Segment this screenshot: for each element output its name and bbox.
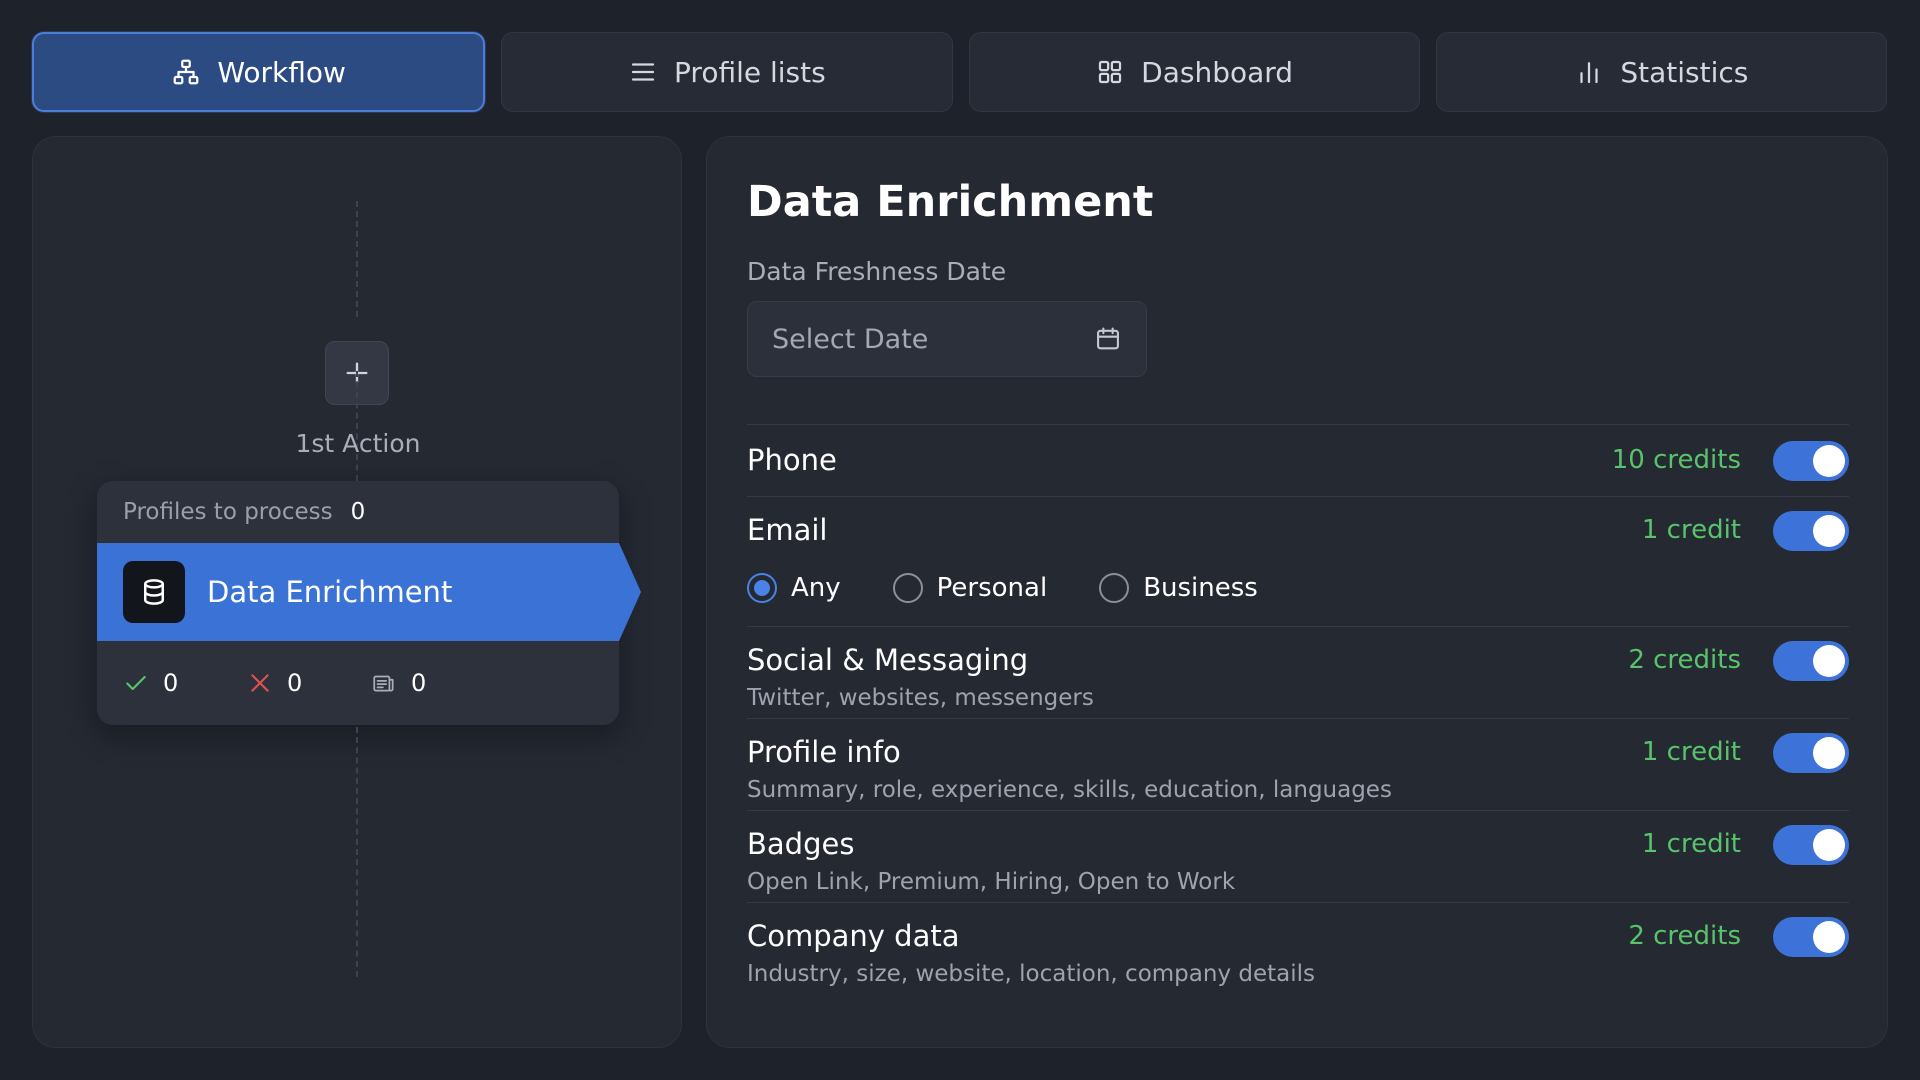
connector-line bbox=[356, 371, 358, 481]
main-tabs: Workflow Profile lists Dashboard Statist… bbox=[32, 32, 1887, 112]
date-placeholder: Select Date bbox=[772, 323, 929, 355]
radio-label: Any bbox=[791, 573, 841, 603]
enrichment-settings: Data Enrichment Data Freshness Date Sele… bbox=[706, 136, 1888, 1048]
calendar-icon bbox=[1097, 327, 1119, 350]
company-data-toggle[interactable] bbox=[1773, 917, 1849, 957]
radio-label: Business bbox=[1143, 573, 1258, 603]
connector-line bbox=[356, 201, 358, 317]
radio-business[interactable]: Business bbox=[1099, 573, 1258, 603]
option-name: Profile info bbox=[747, 735, 901, 769]
success-stat: 0 bbox=[123, 669, 247, 697]
check-icon bbox=[126, 675, 146, 691]
option-description: Twitter, websites, messengers bbox=[747, 685, 1094, 711]
toggle-knob bbox=[1813, 921, 1845, 953]
badges-toggle[interactable] bbox=[1773, 825, 1849, 865]
tab-profile-lists[interactable]: Profile lists bbox=[501, 32, 953, 112]
tab-workflow[interactable]: Workflow bbox=[32, 32, 486, 112]
success-count: 0 bbox=[163, 669, 179, 697]
node-header[interactable]: Data Enrichment bbox=[97, 543, 641, 641]
option-description: Summary, role, experience, skills, educa… bbox=[747, 777, 1392, 803]
option-credits: 10 credits bbox=[1611, 445, 1741, 475]
option-name: Phone bbox=[747, 443, 837, 477]
option-description: Open Link, Premium, Hiring, Open to Work bbox=[747, 869, 1236, 895]
pending-count: 0 bbox=[411, 669, 427, 697]
option-name: Social & Messaging bbox=[747, 643, 1029, 677]
profiles-to-process: Profiles to process 0 bbox=[97, 481, 619, 543]
grid-icon bbox=[1099, 60, 1122, 84]
option-profile-info: Profile info Summary, role, experience, … bbox=[747, 718, 1849, 810]
option-name: Company data bbox=[747, 919, 960, 953]
toggle-knob bbox=[1813, 515, 1845, 547]
workflow-node[interactable]: Profiles to process 0 Data Enrichment 0 … bbox=[97, 481, 641, 725]
option-name: Badges bbox=[747, 827, 855, 861]
tab-dashboard[interactable]: Dashboard bbox=[968, 32, 1420, 112]
profile-info-toggle[interactable] bbox=[1773, 733, 1849, 773]
pending-stat: 0 bbox=[371, 669, 495, 697]
email-toggle[interactable] bbox=[1773, 511, 1849, 551]
option-credits: 1 credit bbox=[1641, 515, 1741, 545]
node-icon-box bbox=[123, 561, 185, 623]
document-icon bbox=[373, 675, 394, 692]
workflow-canvas: 1st Action Profiles to process 0 Data En… bbox=[32, 136, 682, 1048]
first-action-label: 1st Action bbox=[295, 429, 421, 458]
bar-chart-icon bbox=[1580, 62, 1598, 84]
toggle-knob bbox=[1813, 645, 1845, 677]
option-name: Email bbox=[747, 513, 828, 547]
option-phone: Phone 10 credits bbox=[747, 424, 1849, 496]
radio-personal[interactable]: Personal bbox=[892, 573, 1048, 603]
enrichment-options: Phone 10 credits Email 1 credit Any Pers… bbox=[747, 424, 1849, 994]
option-credits: 2 credits bbox=[1628, 921, 1741, 951]
option-company-data: Company data Industry, size, website, lo… bbox=[747, 902, 1849, 994]
email-type-radios: Any Personal Business bbox=[747, 573, 1310, 603]
radio-circle bbox=[747, 573, 777, 603]
radio-label: Personal bbox=[936, 573, 1048, 603]
option-badges: Badges Open Link, Premium, Hiring, Open … bbox=[747, 810, 1849, 902]
tab-statistics[interactable]: Statistics bbox=[1435, 32, 1887, 112]
tab-label: Statistics bbox=[1620, 55, 1749, 89]
radio-circle bbox=[892, 573, 923, 603]
option-credits: 2 credits bbox=[1628, 645, 1741, 675]
list-icon bbox=[631, 63, 655, 81]
database-icon bbox=[144, 579, 164, 605]
radio-circle bbox=[1099, 573, 1130, 603]
toggle-knob bbox=[1813, 829, 1845, 861]
radio-any[interactable]: Any bbox=[747, 573, 841, 603]
tab-label: Profile lists bbox=[674, 55, 826, 89]
option-email: Email 1 credit Any Personal Business bbox=[747, 496, 1849, 626]
social-toggle[interactable] bbox=[1773, 641, 1849, 681]
profiles-count: 0 bbox=[350, 499, 366, 525]
tab-label: Dashboard bbox=[1141, 55, 1294, 89]
node-stats: 0 0 0 bbox=[97, 641, 619, 725]
failed-count: 0 bbox=[287, 669, 303, 697]
toggle-knob bbox=[1813, 445, 1845, 477]
tab-label: Workflow bbox=[217, 55, 346, 89]
freshness-label: Data Freshness Date bbox=[747, 257, 1007, 286]
option-credits: 1 credit bbox=[1641, 737, 1741, 767]
node-title: Data Enrichment bbox=[207, 575, 453, 609]
option-credits: 1 credit bbox=[1641, 829, 1741, 859]
close-icon bbox=[251, 674, 269, 692]
option-social: Social & Messaging Twitter, websites, me… bbox=[747, 626, 1849, 718]
failed-stat: 0 bbox=[247, 669, 371, 697]
toggle-knob bbox=[1813, 737, 1845, 769]
profiles-label: Profiles to process bbox=[123, 499, 333, 525]
connector-line bbox=[356, 727, 358, 977]
workflow-icon bbox=[173, 59, 199, 85]
option-description: Industry, size, website, location, compa… bbox=[747, 961, 1315, 987]
settings-title: Data Enrichment bbox=[747, 177, 1154, 227]
phone-toggle[interactable] bbox=[1773, 441, 1849, 481]
date-picker-input[interactable]: Select Date bbox=[747, 301, 1147, 377]
